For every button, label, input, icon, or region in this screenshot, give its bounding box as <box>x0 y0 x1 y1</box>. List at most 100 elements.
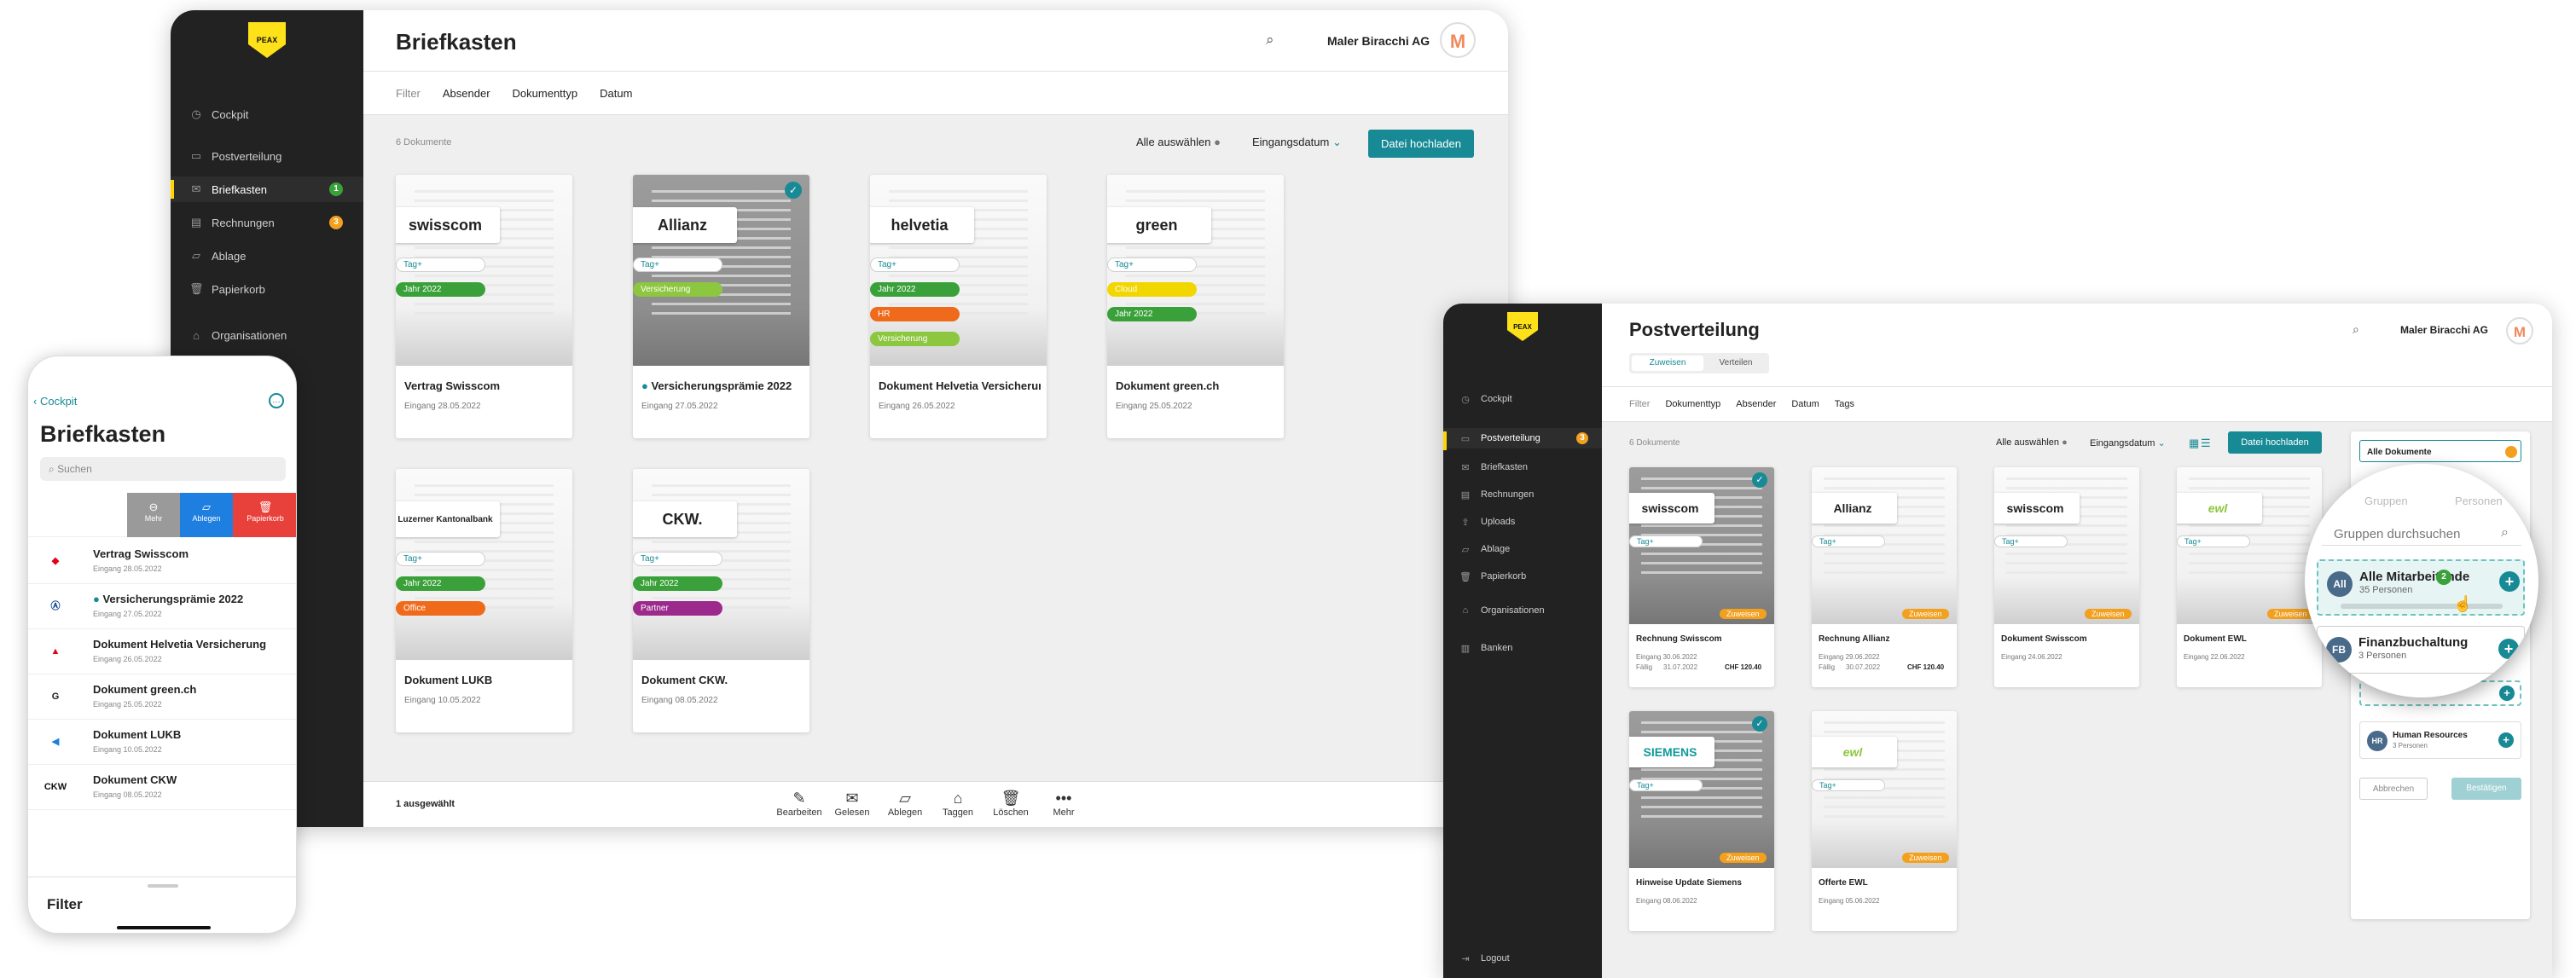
document-card[interactable]: CKW. Tag+ Jahr 2022 Partner Dokument CKW. Ein… <box>633 469 809 732</box>
nav-papierkorb[interactable]: 🗑 Papierkorb <box>1443 566 1602 587</box>
tag[interactable]: Partner <box>633 601 722 616</box>
list-item[interactable]: CKW Dokument CKW Eingang 08.05.2022 <box>28 765 296 810</box>
select-all[interactable]: Alle auswählen ● <box>1136 136 1221 148</box>
group-search-input[interactable]: Gruppen durchsuchen ⌕ <box>2322 520 2521 546</box>
status-badge[interactable]: Zuweisen <box>2085 609 2132 619</box>
tab-gruppen[interactable]: Gruppen <box>2364 495 2408 507</box>
search-input[interactable]: ⌕ Suchen <box>40 457 286 481</box>
search-icon[interactable]: ⌕ <box>2353 322 2359 337</box>
nav-cockpit[interactable]: ◷ Cockpit <box>171 101 363 127</box>
tag[interactable]: Versicherung <box>633 282 722 297</box>
document-card[interactable]: Allianz Tag+ Versicherung ✓ ● Versicherungsp… <box>633 175 809 438</box>
list-item[interactable]: ▲ Dokument Helvetia Versicherung Eingang 2… <box>28 629 296 674</box>
tag-add[interactable]: Tag+ <box>2177 535 2250 547</box>
tag[interactable]: Tag+ <box>396 258 485 272</box>
nav-postverteilung[interactable]: ▭ Postverteilung 3 <box>1443 428 1602 450</box>
tag[interactable]: Tag+ <box>633 258 722 272</box>
all-documents[interactable]: Alle Dokumente <box>2359 440 2521 462</box>
upload-button[interactable]: Datei hochladen <box>2228 431 2322 454</box>
tag[interactable]: Tag+ <box>396 552 485 566</box>
upload-button[interactable]: Datei hochladen <box>1368 130 1474 158</box>
filter-absender[interactable]: Absender <box>443 87 490 100</box>
tag[interactable]: Jahr 2022 <box>870 282 960 297</box>
filter-dokumenttyp[interactable]: Dokumenttyp <box>1665 399 1720 409</box>
document-card[interactable]: swisscom Tag+ Zuweisen Dokument Swisscom Ein… <box>1994 467 2139 687</box>
tag-add[interactable]: Tag+ <box>1994 535 2068 547</box>
document-card[interactable]: Luzerner Kantonalbank Tag+ Jahr 2022 Office… <box>396 469 572 732</box>
tag[interactable]: HR <box>870 307 960 321</box>
document-card[interactable]: ewl Tag+ Zuweisen Dokument EWL Eingang 22.06… <box>2177 467 2322 687</box>
swipe-more-button[interactable]: ⊖ Mehr <box>127 493 180 537</box>
add-icon[interactable]: + <box>2498 639 2519 659</box>
document-card[interactable]: ewl Tag+ Zuweisen Offerte EWL Eingang 05.06.… <box>1812 711 1957 931</box>
nav-papierkorb[interactable]: 🗑 Papierkorb <box>171 276 363 302</box>
document-card[interactable]: Allianz Tag+ Zuweisen Rechnung Allianz Einga… <box>1812 467 1957 687</box>
status-badge[interactable]: Zuweisen <box>1720 853 1767 863</box>
filter-datum[interactable]: Datum <box>1791 399 1819 409</box>
status-badge[interactable]: Zuweisen <box>1902 853 1949 863</box>
tag-add[interactable]: Tag+ <box>1812 779 1885 791</box>
cancel-button[interactable]: Abbrechen <box>2359 778 2428 800</box>
edit-button[interactable]: ✎ Bearbeiten <box>774 789 825 818</box>
document-card[interactable]: SIEMENS Tag+ Zuweisen ✓ Hinweise Update Siem… <box>1629 711 1774 931</box>
nav-rechnungen[interactable]: ▤ Rechnungen 3 <box>171 210 363 235</box>
tag-add[interactable]: Tag+ <box>1629 535 1703 547</box>
nav-ablage[interactable]: ▱ Ablage <box>1443 539 1602 559</box>
tag[interactable]: Jahr 2022 <box>1107 307 1197 321</box>
tag[interactable]: Jahr 2022 <box>633 576 722 591</box>
back-link[interactable]: ‹ Cockpit <box>33 395 77 408</box>
tag-button[interactable]: ⌂ Taggen <box>932 789 983 818</box>
swipe-file-button[interactable]: ▱ Ablegen <box>180 493 233 537</box>
filter-datum[interactable]: Datum <box>600 87 632 100</box>
status-badge[interactable]: Zuweisen <box>1902 609 1949 619</box>
nav-rechnungen[interactable]: ▤ Rechnungen <box>1443 484 1602 505</box>
company-name[interactable]: Maler Biracchi AG <box>1327 34 1430 48</box>
tag-add[interactable]: Tag+ <box>1629 779 1703 791</box>
nav-ablage[interactable]: ▱ Ablage <box>171 243 363 269</box>
filter-sheet[interactable]: Filter <box>28 877 296 933</box>
nav-logout[interactable]: ⇥ Logout <box>1443 948 1602 969</box>
filter-tags[interactable]: Tags <box>1835 399 1854 409</box>
add-icon[interactable]: + <box>2499 686 2515 701</box>
tag[interactable]: Tag+ <box>1107 258 1197 272</box>
nav-postverteilung[interactable]: ▭ Postverteilung <box>171 143 363 169</box>
list-view-icon[interactable]: ☰ <box>2201 437 2211 450</box>
tag[interactable]: Versicherung <box>870 332 960 346</box>
swiped-row[interactable]: ⊖ Mehr ▱ Ablegen 🗑 Papierkorb <box>28 493 296 537</box>
document-card[interactable]: helvetia Tag+ Jahr 2022 HR Versicherung Dokum… <box>870 175 1047 438</box>
nav-briefkasten[interactable]: ✉ Briefkasten <box>1443 457 1602 477</box>
nav-uploads[interactable]: ⇪ Uploads <box>1443 512 1602 532</box>
tab-zuweisen[interactable]: Zuweisen <box>1632 356 1703 371</box>
sort-dropdown[interactable]: Eingangsdatum ⌄ <box>2090 437 2166 448</box>
tag[interactable]: Tag+ <box>633 552 722 566</box>
more-button[interactable]: ••• Mehr <box>1038 789 1089 818</box>
search-icon[interactable]: ⌕ <box>1266 32 1274 49</box>
list-item[interactable]: G Dokument green.ch Eingang 25.05.2022 <box>28 674 296 720</box>
document-card[interactable]: swisscom Tag+ Jahr 2022 Vertrag Swisscom Ein… <box>396 175 572 438</box>
nav-organisationen[interactable]: ⌂ Organisationen <box>171 322 363 348</box>
tag[interactable]: Cloud <box>1107 282 1197 297</box>
tag[interactable]: Tag+ <box>870 258 960 272</box>
sheet-handle[interactable] <box>148 884 178 888</box>
confirm-button[interactable]: Bestätigen <box>2451 778 2521 800</box>
add-icon[interactable]: + <box>2498 732 2514 748</box>
tag[interactable]: Jahr 2022 <box>396 282 485 297</box>
group-row-hr[interactable]: HR Human Resources 3 Personen + <box>2359 721 2521 759</box>
nav-briefkasten[interactable]: ✉ Briefkasten 1 <box>171 177 363 202</box>
group-row-all[interactable]: All Alle Mitarbeitende 35 Personen 2 ☝ + <box>2317 559 2525 616</box>
document-card[interactable]: swisscom Tag+ Zuweisen ✓ Rechnung Swisscom Ei… <box>1629 467 1774 687</box>
tab-personen[interactable]: Personen <box>2455 495 2503 507</box>
filter-absender[interactable]: Absender <box>1736 399 1776 409</box>
tag[interactable]: Office <box>396 601 485 616</box>
swipe-trash-button[interactable]: 🗑 Papierkorb <box>233 493 296 537</box>
list-item[interactable]: ◀ Dokument LUKB Eingang 10.05.2022 <box>28 720 296 765</box>
status-badge[interactable]: Zuweisen <box>2267 609 2314 619</box>
group-row-fb[interactable]: FB Finanzbuchaltung 3 Personen + <box>2317 626 2525 674</box>
checkmark-icon[interactable]: ✓ <box>1752 472 1767 488</box>
nav-organisationen[interactable]: ⌂ Organisationen <box>1443 600 1602 621</box>
tab-verteilen[interactable]: Verteilen <box>1704 356 1767 371</box>
nav-cockpit[interactable]: ◷ Cockpit <box>1443 389 1602 409</box>
tag[interactable]: Jahr 2022 <box>396 576 485 591</box>
avatar[interactable]: M <box>1440 22 1476 58</box>
nav-banken[interactable]: ▥ Banken <box>1443 638 1602 658</box>
